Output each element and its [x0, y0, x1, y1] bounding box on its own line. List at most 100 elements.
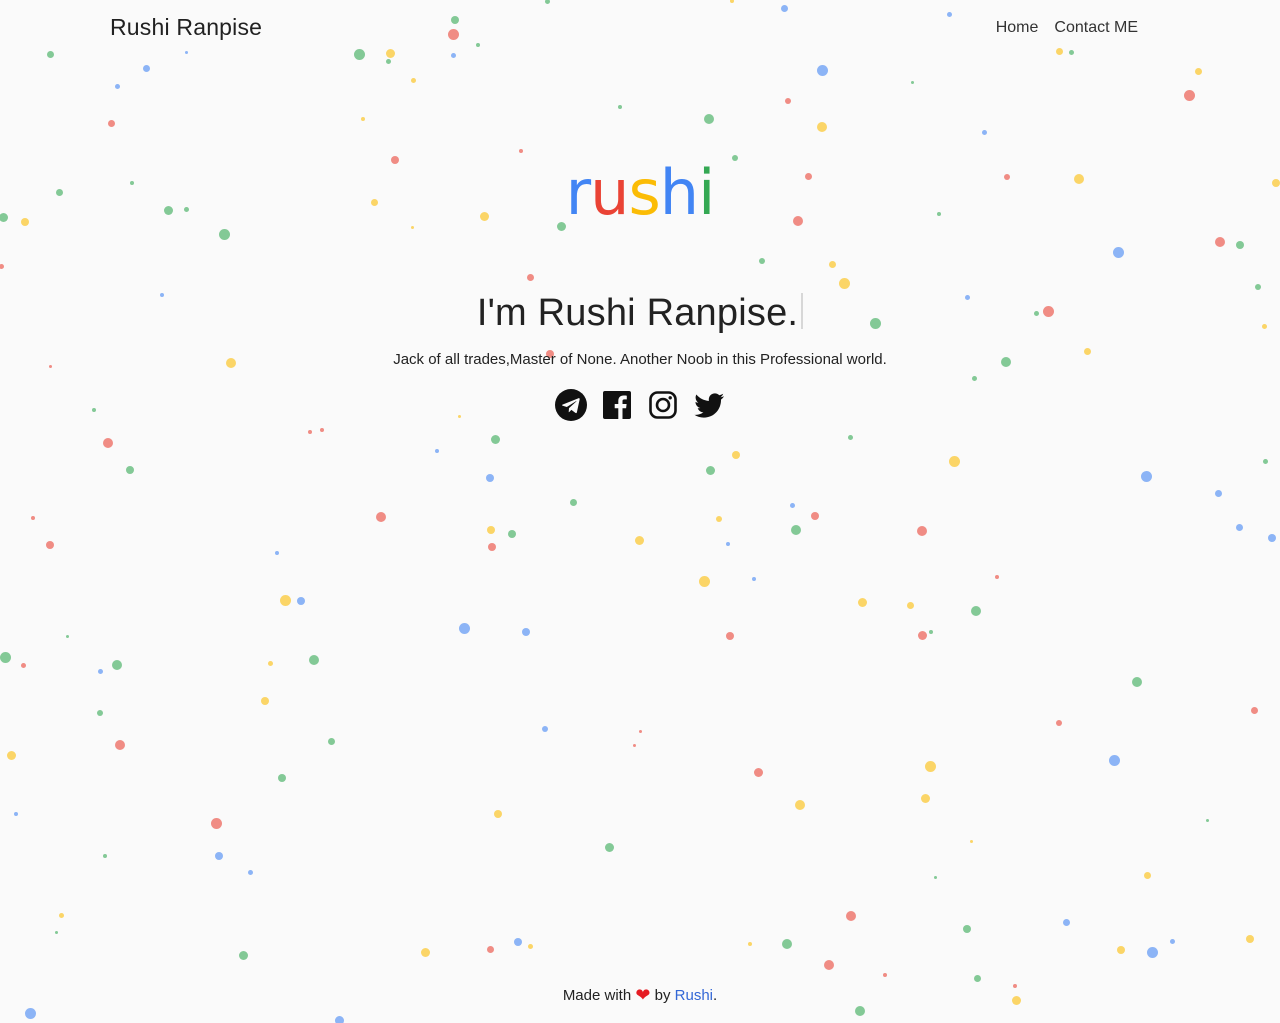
twitter-link[interactable]	[693, 389, 725, 421]
confetti-dot	[795, 800, 805, 810]
nav-contact-link[interactable]: Contact ME	[1054, 19, 1138, 37]
rushi-logo: rushi	[0, 162, 1280, 224]
confetti-dot	[238, 950, 248, 960]
social-links	[0, 389, 1280, 421]
typing-cursor	[801, 293, 804, 329]
confetti-dot	[544, 0, 550, 4]
confetti-dot	[1214, 489, 1222, 497]
confetti-dot	[759, 258, 765, 264]
confetti-dot	[218, 228, 230, 240]
confetti-dot	[963, 925, 971, 933]
confetti-dot	[638, 729, 642, 733]
confetti-dot	[917, 630, 927, 640]
confetti-dot	[838, 277, 850, 289]
confetti-dot	[1112, 246, 1124, 258]
confetti-dot	[46, 541, 54, 549]
confetti-dot	[1183, 89, 1195, 101]
confetti-dot	[275, 551, 279, 555]
confetti-dot	[824, 960, 834, 970]
confetti-dot	[917, 526, 927, 536]
telegram-link[interactable]	[555, 389, 587, 421]
confetti-dot	[753, 767, 763, 777]
confetti-dot	[969, 839, 973, 843]
confetti-dot	[487, 526, 495, 534]
confetti-dot	[103, 854, 107, 858]
confetti-dot	[522, 628, 530, 636]
confetti-dot	[1056, 720, 1062, 726]
confetti-dot	[31, 516, 35, 520]
confetti-dot	[1062, 918, 1070, 926]
logo-letter: r	[565, 156, 591, 229]
confetti-dot	[726, 542, 730, 546]
confetti-dot	[279, 594, 291, 606]
confetti-dot	[971, 606, 981, 616]
confetti-dot	[716, 516, 722, 522]
confetti-dot	[1236, 241, 1244, 249]
confetti-dot	[847, 434, 853, 440]
confetti-dot	[107, 119, 115, 127]
confetti-dot	[278, 774, 286, 782]
confetti-dot	[58, 912, 64, 918]
confetti-dot	[732, 155, 738, 161]
confetti-dot	[929, 630, 933, 634]
logo-letter: i	[698, 156, 715, 229]
footer-by: by	[654, 987, 671, 1004]
confetti-dot	[791, 525, 801, 535]
confetti-dot	[828, 260, 836, 268]
nav-home-link[interactable]: Home	[996, 19, 1039, 37]
confetti-dot	[0, 263, 4, 269]
confetti-dot	[420, 947, 430, 957]
confetti-dot	[973, 974, 981, 982]
confetti-dot	[816, 64, 828, 76]
confetti-dot	[924, 760, 936, 772]
confetti-dot	[1140, 470, 1152, 482]
confetti-dot	[634, 535, 644, 545]
confetti-dot	[494, 810, 502, 818]
confetti-dot	[732, 451, 740, 459]
confetti-dot	[705, 465, 715, 475]
confetti-dot	[261, 697, 269, 705]
footer-period: .	[713, 987, 718, 1004]
footer: Made with ❤ by Rushi.	[0, 985, 1280, 1006]
confetti-dot	[385, 48, 395, 58]
facebook-link[interactable]	[601, 389, 633, 421]
confetti-dot	[519, 149, 523, 153]
confetti-dot	[946, 11, 952, 17]
confetti-dot	[1146, 946, 1158, 958]
confetti-dot	[920, 793, 930, 803]
confetti-dot	[632, 743, 636, 747]
confetti-dot	[1132, 677, 1142, 687]
footer-made-with: Made with	[562, 987, 632, 1004]
confetti-dot	[458, 622, 470, 634]
confetti-dot	[514, 938, 522, 946]
hero-tagline: Jack of all trades,Master of None. Anoth…	[393, 351, 887, 368]
confetti-dot	[782, 939, 792, 949]
confetti-dot	[297, 597, 305, 605]
confetti-dot	[748, 942, 752, 946]
confetti-dot	[435, 449, 439, 453]
confetti-dot	[97, 668, 103, 674]
confetti-dot	[103, 438, 113, 448]
confetti-dot	[309, 655, 319, 665]
page: Rushi Ranpise Home Contact ME rushi I'm …	[0, 0, 1280, 1023]
confetti-dot	[618, 105, 622, 109]
confetti-dot	[817, 122, 827, 132]
confetti-dot	[486, 474, 494, 482]
confetti-dot	[542, 726, 548, 732]
logo-letter: h	[659, 156, 699, 229]
confetti-dot	[1215, 237, 1225, 247]
confetti-dot	[789, 502, 795, 508]
instagram-link[interactable]	[647, 389, 679, 421]
top-nav: Home Contact ME	[996, 19, 1138, 37]
confetti-dot	[933, 875, 937, 879]
confetti-dot	[1262, 458, 1268, 464]
confetti-dot	[1117, 946, 1125, 954]
confetti-dot	[1055, 47, 1063, 55]
confetti-dot	[698, 575, 710, 587]
footer-author-link[interactable]: Rushi	[675, 987, 713, 1004]
confetti-dot	[115, 740, 125, 750]
brand-link[interactable]: Rushi Ranpise	[110, 14, 262, 41]
confetti-dot	[0, 651, 11, 663]
confetti-dot	[476, 43, 480, 47]
logo-letter: u	[590, 156, 629, 229]
